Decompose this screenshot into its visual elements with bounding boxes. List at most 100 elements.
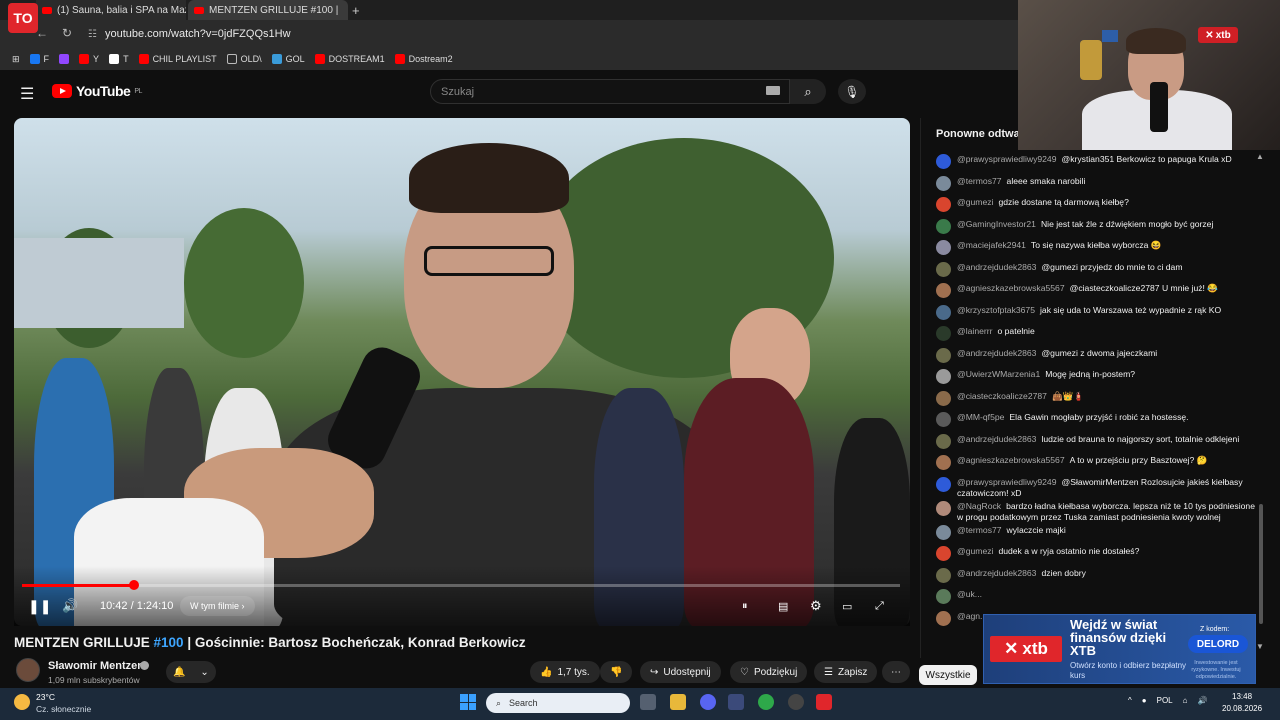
chat-message[interactable]: @prawysprawiedliwy9249 @krystian351 Berko… — [930, 152, 1260, 174]
browser-tab-mentzen[interactable]: MENTZEN GRILLUJE #100 | 🔊 ✕ — [188, 0, 348, 20]
chat-message[interactable]: @termos77 wylaczcie majki — [930, 523, 1260, 545]
bookmark-y[interactable]: Y — [79, 54, 99, 64]
chat-avatar[interactable] — [936, 154, 951, 169]
bookmark-f[interactable]: F — [29, 54, 49, 64]
chat-avatar[interactable] — [936, 546, 951, 561]
tray-app-icon[interactable]: ● — [1142, 696, 1147, 705]
taskbar-search[interactable]: ⌕ Search — [486, 693, 630, 713]
chat-message-list[interactable]: @prawysprawiedliwy9249 @krystian351 Berko… — [930, 152, 1260, 630]
bookmark-gol[interactable]: GOL — [271, 54, 305, 64]
chat-message[interactable]: @andrzejdudek2863 @gumezi z dwoma jajeczk… — [930, 346, 1260, 368]
search-button[interactable]: ⌕ — [790, 79, 826, 104]
chat-username[interactable]: @termos77 — [957, 525, 1002, 535]
dislike-button[interactable]: 👎 — [600, 661, 633, 683]
chat-avatar[interactable] — [936, 369, 951, 384]
bookmark-x[interactable]: T — [109, 54, 129, 64]
hamburger-menu-icon[interactable]: ☰ — [20, 84, 34, 104]
obs-icon[interactable] — [788, 694, 804, 710]
chat-username[interactable]: @agnieszkazebrowska5567 — [957, 283, 1065, 293]
chat-username[interactable]: @andrzejdudek2863 — [957, 434, 1036, 444]
apps-icon[interactable]: ⊞ — [12, 54, 20, 65]
chat-username[interactable]: @MM-qf5pe — [957, 412, 1004, 422]
chat-avatar[interactable] — [936, 589, 951, 604]
chat-message[interactable]: @lainerrr o patelnie — [930, 324, 1260, 346]
chat-avatar[interactable] — [936, 347, 951, 363]
chat-message[interactable]: @andrzejdudek2863 @gumezi przyjedz do mni… — [930, 260, 1260, 282]
chat-avatar[interactable] — [936, 500, 951, 516]
chat-avatar[interactable] — [936, 412, 951, 427]
subscribed-notifications-button[interactable]: 🔔 ⌄ — [166, 661, 216, 683]
browser-tab-sauna[interactable]: (1) Sauna, balia i SPA na Mazur... ✕ — [36, 0, 186, 20]
chat-avatar[interactable] — [936, 567, 951, 583]
theater-mode-icon[interactable]: ▭ — [842, 596, 852, 616]
chat-message[interactable]: @UwierzWMarzenia1 Mogę jedną in-postem? — [930, 367, 1260, 389]
chat-avatar[interactable] — [936, 218, 951, 234]
youtube-logo[interactable]: YouTube PL — [52, 83, 142, 99]
chat-message[interactable]: @termos77 aleee smaka narobili — [930, 174, 1260, 196]
chat-message[interactable]: @uk... — [930, 587, 1260, 609]
task-view-icon[interactable] — [640, 694, 656, 710]
chat-username[interactable]: @andrzejdudek2863 — [957, 348, 1036, 358]
chat-avatar[interactable] — [936, 476, 951, 492]
chat-avatar[interactable] — [936, 455, 951, 470]
chrome-icon[interactable] — [758, 694, 774, 710]
chat-avatar[interactable] — [936, 240, 951, 255]
network-icon[interactable]: ⌂ — [1183, 696, 1188, 705]
volume-icon[interactable]: 🔊 — [1197, 696, 1207, 705]
autoplay-toggle[interactable]: ⏸ — [742, 596, 748, 616]
scroll-up-icon[interactable]: ▲ — [1256, 152, 1264, 161]
share-button[interactable]: ↪ Udostępnij — [640, 661, 721, 683]
video-player[interactable] — [14, 118, 910, 626]
chat-username[interactable]: @gumezi — [957, 546, 993, 556]
chat-username[interactable]: @andrzejdudek2863 — [957, 568, 1036, 578]
app-icon[interactable] — [728, 694, 744, 710]
chat-message[interactable]: @ciasteczkoalicze2787 👜👑🧯 — [930, 389, 1260, 411]
chat-username[interactable]: @termos77 — [957, 176, 1002, 186]
chat-avatar[interactable] — [936, 197, 951, 212]
clock-time[interactable]: 13:48 — [1232, 692, 1252, 701]
channel-avatar[interactable] — [16, 658, 40, 682]
discord-icon[interactable] — [700, 694, 716, 710]
chat-message[interactable]: @maciejafek2941 To się nazywa kiełba wybo… — [930, 238, 1260, 260]
weather-sun-icon[interactable] — [14, 694, 30, 710]
chat-avatar[interactable] — [936, 175, 951, 191]
chapters-button[interactable]: W tym filmie › — [180, 596, 255, 616]
chat-username[interactable]: @agnieszkazebrowska5567 — [957, 455, 1065, 465]
clock-date[interactable]: 20.08.2026 — [1222, 704, 1262, 713]
hashtag-link[interactable]: #100 — [154, 635, 184, 650]
chat-avatar[interactable] — [936, 304, 951, 320]
bookmark-chil-playlist[interactable]: CHIL PLAYLIST — [138, 54, 217, 64]
voice-search-button[interactable]: 🎙 — [838, 79, 866, 104]
reload-icon[interactable]: ↻ — [62, 26, 72, 40]
url-field[interactable]: ☷ youtube.com/watch?v=0jdFZQQs1Hw — [88, 24, 1018, 44]
chat-username[interactable]: @gumezi — [957, 197, 993, 207]
chat-filter-all-chip[interactable]: Wszystkie — [919, 665, 977, 685]
windows-start-icon[interactable] — [460, 694, 476, 710]
chat-message[interactable]: @gumezi dudek a w ryja ostatnio nie dosta… — [930, 544, 1260, 566]
chat-message[interactable]: @MM-qf5pe Ela Gawin mogłaby przyjść i rob… — [930, 410, 1260, 432]
chat-message[interactable]: @agnieszkazebrowska5567 @ciasteczkoalicze… — [930, 281, 1260, 303]
thanks-button[interactable]: ♡ Podziękuj — [730, 661, 808, 683]
scroll-down-icon[interactable]: ▼ — [1256, 642, 1264, 651]
chat-username[interactable]: @krzysztofptak3675 — [957, 305, 1035, 315]
bookmark-dostream1[interactable]: DOSTREAM1 — [314, 54, 385, 64]
bookmark-dostream2[interactable]: Dostream2 — [394, 54, 453, 64]
chat-avatar[interactable] — [936, 524, 951, 540]
file-explorer-icon[interactable] — [670, 694, 686, 710]
chat-message[interactable]: @prawysprawiedliwy9249 @SławomirMentzen R… — [930, 475, 1260, 499]
pause-icon[interactable]: ❚❚ — [28, 596, 51, 616]
chat-username[interactable]: @maciejafek2941 — [957, 240, 1026, 250]
chat-avatar[interactable] — [936, 390, 951, 406]
chat-username[interactable]: @andrzejdudek2863 — [957, 262, 1036, 272]
search-input[interactable]: Szukaj — [430, 79, 790, 104]
app-red-icon[interactable] — [816, 694, 832, 710]
fullscreen-icon[interactable]: ⤢ — [875, 596, 884, 616]
chat-username[interactable]: @NagRock — [957, 501, 1001, 511]
chat-username[interactable]: @prawysprawiedliwy9249 — [957, 477, 1056, 487]
chat-scrollbar[interactable] — [1259, 504, 1263, 624]
bookmark-old[interactable]: OLD\ — [226, 54, 262, 64]
chat-message[interactable]: @krzysztofptak3675 jak się uda to Warszaw… — [930, 303, 1260, 325]
chat-username[interactable]: @prawysprawiedliwy9249 — [957, 154, 1056, 164]
language-indicator[interactable]: POL — [1157, 696, 1173, 705]
chat-message[interactable]: @agnieszkazebrowska5567 A to w przejściu … — [930, 453, 1260, 475]
